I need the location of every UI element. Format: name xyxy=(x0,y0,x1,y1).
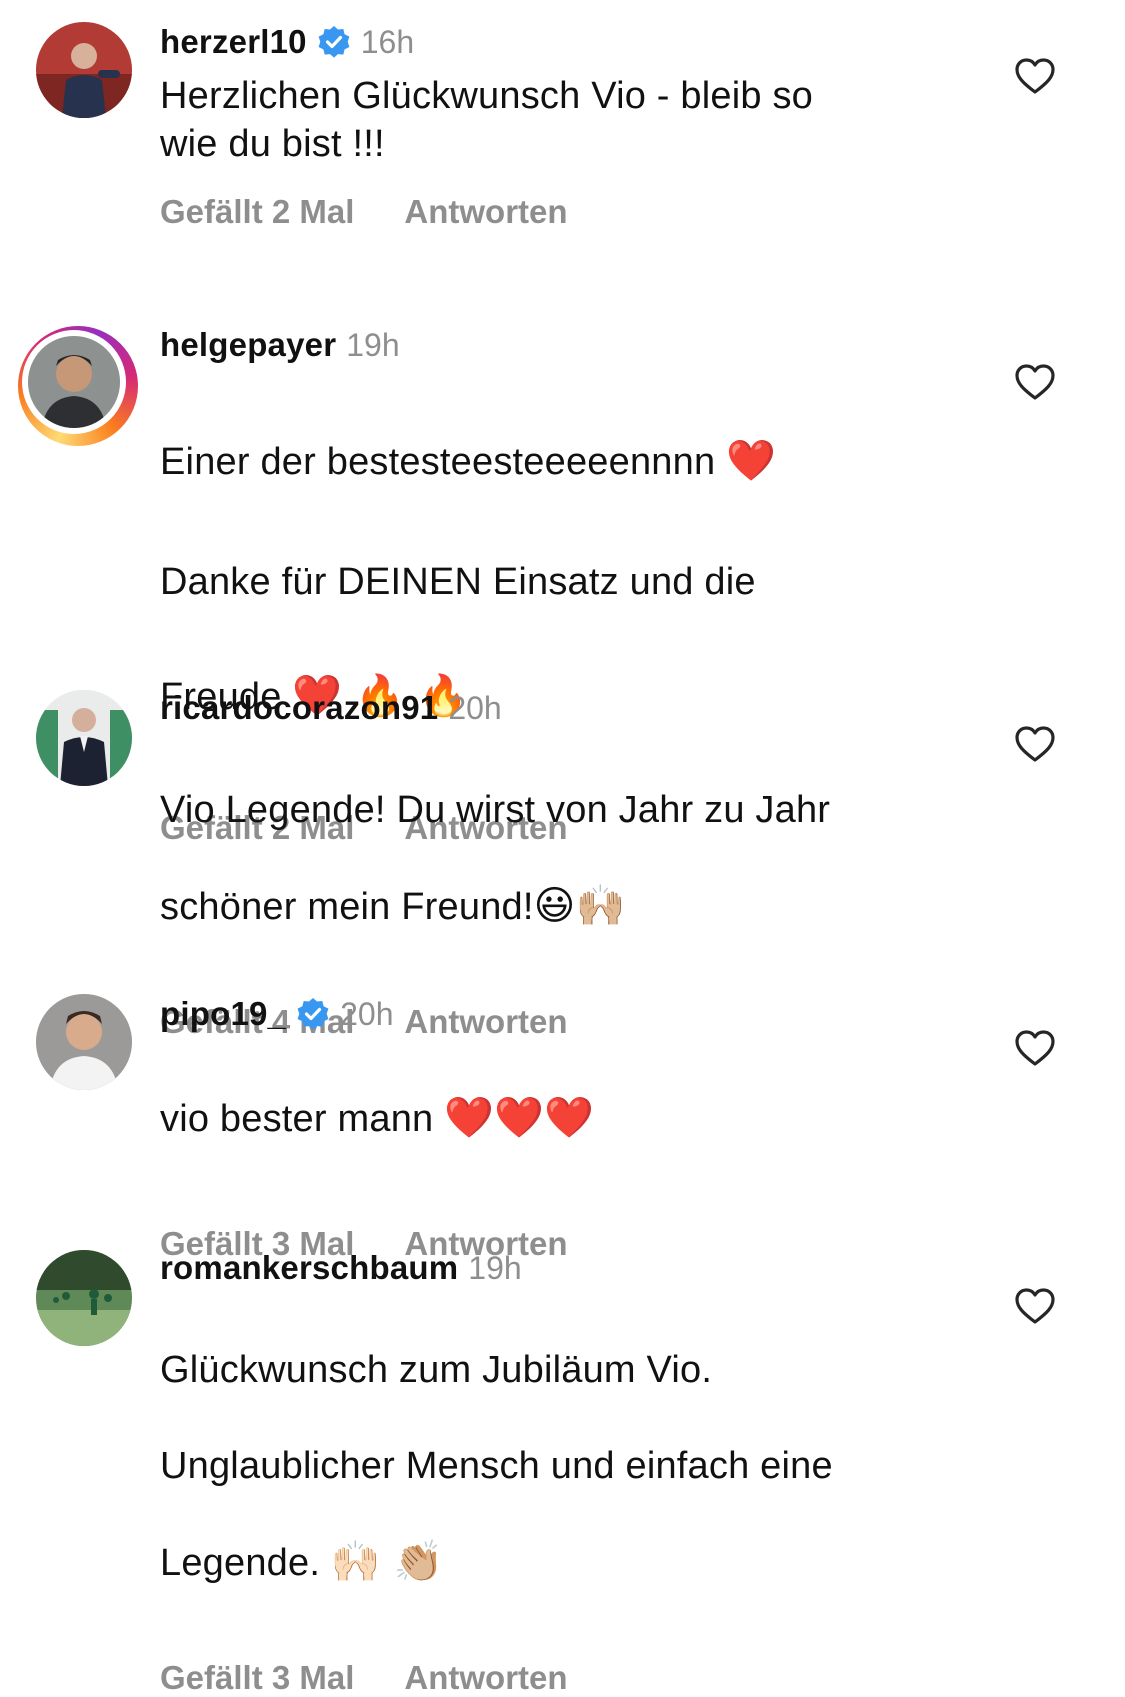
comment-text: Glückwunsch zum Jubiläum Vio. Unglaublic… xyxy=(160,1298,1015,1635)
comment-timestamp: 20h xyxy=(340,995,394,1032)
comment-username[interactable]: romankerschbaum xyxy=(160,1249,458,1287)
heart-emoji: ❤️ xyxy=(726,438,777,484)
heart-emoji: ❤️❤️❤️ xyxy=(444,1095,595,1141)
emoji-group: 😃🙌🏼 xyxy=(533,883,626,929)
comment-text-line: Danke für DEINEN Einsatz und die xyxy=(160,561,756,603)
heart-outline-icon[interactable] xyxy=(1014,362,1056,402)
comment-text-line: schöner mein Freund! xyxy=(160,886,534,928)
heart-outline-icon[interactable] xyxy=(1014,724,1056,764)
comment-text: Vio Legende! Du wirst von Jahr zu Jahr s… xyxy=(160,738,1015,979)
like-count[interactable]: Gefällt 3 Mal xyxy=(160,1659,354,1697)
avatar[interactable] xyxy=(36,22,132,118)
heart-outline-icon[interactable] xyxy=(1014,1286,1056,1326)
reply-button[interactable]: Antworten xyxy=(404,193,567,231)
verified-badge-icon xyxy=(317,25,351,59)
comment-text: Herzlichen Glückwunsch Vio - bleib so wi… xyxy=(160,75,813,165)
comment-username[interactable]: helgepayer xyxy=(160,326,336,364)
story-ring[interactable] xyxy=(18,326,138,446)
heart-outline-icon[interactable] xyxy=(1014,56,1056,96)
verified-badge-icon xyxy=(296,997,330,1031)
avatar[interactable] xyxy=(18,326,138,446)
comment-text-line: Unglaublicher Mensch und einfach eine xyxy=(160,1445,833,1487)
avatar[interactable] xyxy=(36,690,132,786)
heart-outline-icon[interactable] xyxy=(1014,1028,1056,1068)
like-count[interactable]: Gefällt 2 Mal xyxy=(160,193,354,231)
avatar[interactable] xyxy=(36,1250,132,1346)
comment-username[interactable]: pipo19_ xyxy=(160,995,286,1033)
comment-timestamp: 16h xyxy=(360,23,415,60)
comment-text-line: Vio Legende! Du wirst von Jahr zu Jahr xyxy=(160,789,831,831)
comment-username[interactable]: ricardocorazon91 xyxy=(160,689,438,727)
comment-timestamp: 19h xyxy=(346,326,400,363)
comment-timestamp: 19h xyxy=(468,1249,522,1286)
avatar[interactable] xyxy=(36,994,132,1090)
comment-text-line: vio bester mann xyxy=(160,1098,445,1140)
comment-text: vio bester mann ❤️❤️❤️ xyxy=(160,1046,1015,1191)
comment-username[interactable]: herzerl10 xyxy=(160,23,307,61)
comment-text-line: Legende. xyxy=(160,1542,331,1584)
comment-timestamp: 20h xyxy=(448,689,502,726)
emoji-group: 🙌🏻 👏🏼 xyxy=(330,1539,444,1585)
comment-text-line: Glückwunsch zum Jubiläum Vio. xyxy=(160,1349,713,1391)
reply-button[interactable]: Antworten xyxy=(404,1659,567,1697)
comment-text-line: Einer der bestesteesteeeeennnn xyxy=(160,441,727,483)
